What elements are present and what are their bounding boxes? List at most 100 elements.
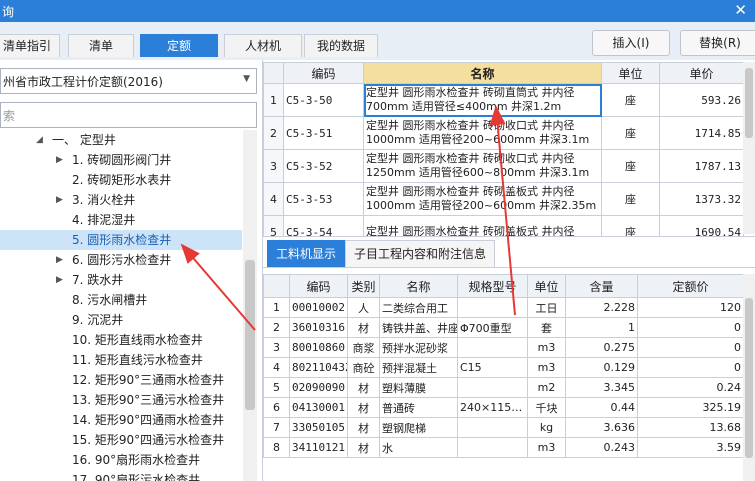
tree-node[interactable]: 4. 排泥湿井	[0, 210, 242, 230]
quota-cell-name: 定型井 圆形雨水检查井 砖砌收口式 井内径1000mm 适用管径200~600m…	[363, 116, 602, 150]
tree-node-label: 17. 90°扇形污水检查井	[72, 473, 201, 481]
material-row[interactable]: 2 36010316 材铸铁井盖、井座 Φ700重型套 1 0	[263, 317, 744, 338]
material-cell-price: 13.68	[637, 417, 744, 438]
material-cell-qty: 0.275	[565, 337, 638, 358]
material-cell-qty: 1	[565, 317, 638, 338]
material-row[interactable]: 6 04130001 材普通砖 240×115… 千块 0.44 325.19	[263, 397, 744, 418]
material-row[interactable]: 3 80010860 商浆 预拌水泥砂浆 m3 0.275 0	[263, 337, 744, 358]
tree-scrollbar[interactable]	[243, 130, 257, 481]
material-cell-spec	[457, 337, 528, 358]
material-row[interactable]: 1 00010002 人二类综合用工 工日 2.228 120	[263, 297, 744, 318]
quota-cell-code: C5-3-53	[283, 182, 364, 216]
material-cell-name: 预拌混凝土	[379, 357, 458, 378]
quota-col-header[interactable]: 单位	[601, 62, 660, 84]
material-cell-type: 商砼	[347, 357, 380, 378]
quota-scrollbar-thumb[interactable]	[745, 68, 753, 138]
material-scrollbar-thumb[interactable]	[745, 298, 753, 458]
material-cell-type: 材	[347, 437, 380, 458]
tree-node[interactable]: 14. 矩形90°四通雨水检查井	[0, 410, 242, 430]
material-cell-type: 人	[347, 297, 380, 318]
tree-node[interactable]: 8. 污水闸槽井	[0, 290, 242, 310]
quota-cell-unit: 座	[601, 116, 660, 150]
quota-row[interactable]: 3 C5-3-52 定型井 圆形雨水检查井 砖砌收口式 井内径1250mm 适用管径…	[263, 149, 744, 183]
material-cell-type: 材	[347, 317, 380, 338]
tree-node[interactable]: ▶ 3. 消火栓井	[0, 190, 242, 210]
tree-node[interactable]: ▶ 7. 跌水井	[0, 270, 242, 290]
material-cell-qty: 0.129	[565, 357, 638, 378]
tree-node[interactable]: 10. 矩形直线雨水检查井	[0, 330, 242, 350]
material-row[interactable]: 4 80211043Z 商砼 预拌混凝土 C15 m3 0.129 0	[263, 357, 744, 378]
material-cell-unit: 工日	[527, 297, 566, 318]
tab-my-data[interactable]: 我的数据	[304, 34, 378, 57]
material-cell-idx: 7	[263, 417, 290, 438]
material-cell-name: 二类综合用工	[379, 297, 458, 318]
insert-button[interactable]: 插入(I)	[592, 30, 670, 56]
tree-node[interactable]: 17. 90°扇形污水检查井	[0, 470, 242, 481]
quota-cell-code: C5-3-52	[283, 149, 364, 183]
search-input[interactable]: 索	[0, 102, 257, 128]
material-cell-price: 0	[637, 337, 744, 358]
material-col-header[interactable]: 名称	[379, 274, 458, 298]
tree-node[interactable]: ▶ 1. 砖砌圆形阀门井	[0, 150, 242, 170]
material-col-header[interactable]: 编码	[289, 274, 348, 298]
tree-node[interactable]: ▶ 6. 圆形污水检查井	[0, 250, 242, 270]
quota-col-header[interactable]: 名称	[363, 62, 602, 84]
expand-icon[interactable]: ▶	[56, 150, 63, 170]
quota-col-header[interactable]: 单价	[659, 62, 744, 84]
material-row[interactable]: 5 02090090 材塑料薄膜 m2 3.345 0.24	[263, 377, 744, 398]
material-row[interactable]: 7 33050105 材塑钢爬梯 kg 3.636 13.68	[263, 417, 744, 438]
quota-cell-idx: 2	[263, 116, 284, 150]
material-cell-idx: 8	[263, 437, 290, 458]
material-row[interactable]: 8 34110121 材水 m3 0.243 3.59	[263, 437, 744, 458]
expand-icon[interactable]: ▶	[56, 250, 63, 270]
material-col-header[interactable]: 规格型号	[457, 274, 528, 298]
tree-scrollbar-thumb[interactable]	[245, 260, 255, 410]
tree-node[interactable]: 15. 矩形90°四通污水检查井	[0, 430, 242, 450]
quota-row[interactable]: 4 C5-3-53 定型井 圆形雨水检查井 砖砌盖板式 井内径1000mm 适用管径…	[263, 182, 744, 216]
tree-node[interactable]: 16. 90°扇形雨水检查井	[0, 450, 242, 470]
expand-icon[interactable]: ▶	[56, 190, 63, 210]
material-cell-code: 80010860	[289, 337, 348, 358]
material-scrollbar[interactable]	[743, 274, 755, 481]
tree-node[interactable]: 12. 矩形90°三通雨水检查井	[0, 370, 242, 390]
material-col-header[interactable]: 类别	[347, 274, 380, 298]
tree-node[interactable]: 9. 沉泥井	[0, 310, 242, 330]
material-cell-name: 塑钢爬梯	[379, 417, 458, 438]
tab-work-content[interactable]: 子目工程内容和附注信息	[345, 240, 496, 267]
tab-bar: 清单指引 清单 定额 人材机 我的数据 插入(I) 替换(R)	[0, 22, 755, 60]
quota-row[interactable]: 1 C5-3-50 定型井 圆形雨水检查井 砖砌直筒式 井内径700mm 适用管径≤…	[263, 83, 744, 117]
expand-icon[interactable]: ▶	[56, 270, 63, 290]
tab-quota[interactable]: 定额	[140, 34, 218, 57]
material-col-header[interactable]: 单位	[527, 274, 566, 298]
material-cell-price: 325.19	[637, 397, 744, 418]
quota-cell-idx: 3	[263, 149, 284, 183]
tree-node[interactable]: 5. 圆形雨水检查井	[0, 230, 242, 250]
tab-list[interactable]: 清单	[68, 34, 134, 57]
left-panel: 州省市政工程计价定额(2016) ▼ 索 ◢ 一、 定型井 ▶ 1. 砖砌圆形阀门井 2…	[0, 60, 263, 481]
material-cell-idx: 1	[263, 297, 290, 318]
quota-row[interactable]: 2 C5-3-51 定型井 圆形雨水检查井 砖砌收口式 井内径1000mm 适用管径…	[263, 116, 744, 150]
quota-cell-unit: 座	[601, 83, 660, 117]
tree-node[interactable]: 13. 矩形90°三通污水检查井	[0, 390, 242, 410]
tree-node[interactable]: 2. 砖砌矩形水表井	[0, 170, 242, 190]
quota-scrollbar[interactable]	[743, 62, 755, 234]
material-cell-spec: C15	[457, 357, 528, 378]
material-col-header[interactable]: 含量	[565, 274, 638, 298]
tab-list-guide[interactable]: 清单指引	[0, 34, 60, 57]
material-cell-qty: 2.228	[565, 297, 638, 318]
tab-labor-material[interactable]: 人材机	[224, 34, 302, 57]
quota-cell-name: 定型井 圆形雨水检查井 砖砌直筒式 井内径700mm 适用管径≤400mm 井深…	[363, 83, 602, 117]
close-icon[interactable]: ✕	[734, 1, 747, 19]
replace-button[interactable]: 替换(R)	[680, 30, 755, 56]
tree-node-label: 6. 圆形污水检查井	[72, 253, 172, 267]
quota-cell-price: 1373.32	[659, 182, 744, 216]
collapse-icon[interactable]: ◢	[36, 130, 43, 150]
library-select[interactable]: 州省市政工程计价定额(2016) ▼	[0, 68, 257, 94]
tree-node[interactable]: ◢ 一、 定型井	[0, 130, 242, 150]
material-col-header[interactable]: 定额价	[637, 274, 744, 298]
quota-col-header[interactable]: 编码	[283, 62, 364, 84]
tab-material-display[interactable]: 工料机显示	[267, 240, 346, 267]
material-cell-spec	[457, 417, 528, 438]
chevron-down-icon[interactable]: ▼	[243, 74, 250, 84]
tree-node[interactable]: 11. 矩形直线污水检查井	[0, 350, 242, 370]
